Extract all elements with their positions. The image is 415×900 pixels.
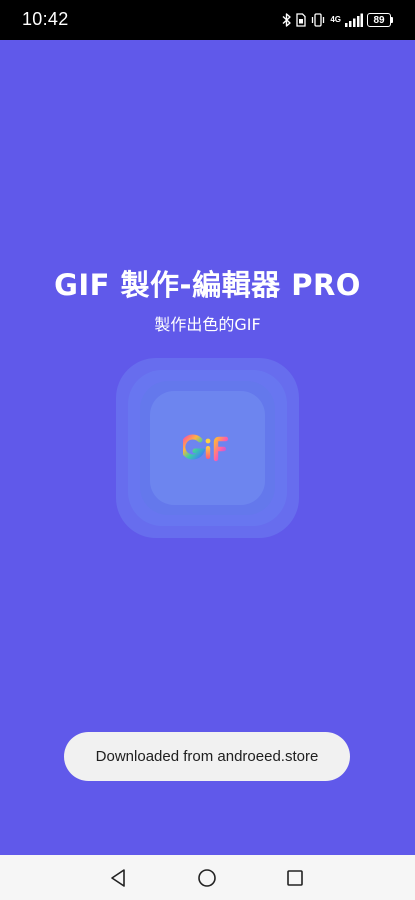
toast-text: Downloaded from androeed.store (95, 748, 319, 765)
navigation-bar (0, 855, 415, 900)
app-subtitle: 製作出色的GIF (154, 315, 261, 334)
nav-recents-icon[interactable] (284, 867, 306, 889)
nav-back-icon[interactable] (107, 867, 129, 889)
status-icons: 4G 89 (282, 10, 393, 30)
status-bar: 10:42 4G 89 (0, 0, 415, 40)
bluetooth-icon (282, 13, 292, 27)
battery-tip (391, 17, 393, 23)
battery-level: 89 (367, 13, 391, 27)
signal-icon (345, 13, 363, 27)
vibrate-icon (310, 13, 326, 27)
nav-home-icon[interactable] (196, 867, 218, 889)
app-title: GIF 製作-編輯器 PRO (54, 268, 361, 302)
status-time: 10:42 (22, 9, 69, 29)
splash-screen: 10:42 4G 89 GIF 製作-編輯器 PRO 製作出色的GIF Down… (0, 0, 415, 900)
sim-icon (296, 13, 306, 27)
battery-icon: 89 (367, 13, 393, 27)
toast-message: Downloaded from androeed.store (64, 732, 350, 781)
gif-logo-icon (180, 432, 231, 466)
network-type-label: 4G (330, 15, 341, 24)
